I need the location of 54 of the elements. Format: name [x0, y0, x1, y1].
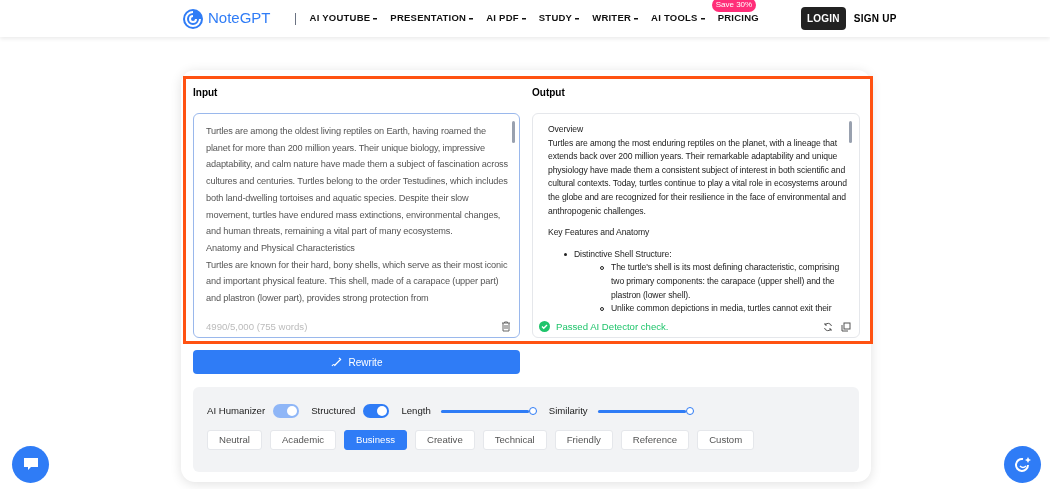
chat-button[interactable] [12, 446, 49, 483]
slider-label: Length [401, 403, 431, 418]
nav-link[interactable]: PRESENTATION [390, 11, 467, 26]
bullet-text: Unlike common depictions in media, turtles cannot exit their [611, 302, 832, 316]
input-paragraph: Anatomy and Physical Characteristics [206, 241, 356, 255]
tone-button[interactable]: Custom [697, 430, 755, 450]
refresh-icon[interactable] [823, 321, 833, 332]
logo-text[interactable]: NoteGPT [208, 7, 271, 30]
tone-button[interactable]: Creative [415, 430, 475, 450]
copy-icon[interactable] [841, 321, 851, 332]
toggle-label: AI Humanizer [207, 403, 266, 418]
nav-link[interactable]: STUDY [538, 11, 573, 26]
signup-link[interactable]: SIGN UP [853, 11, 897, 26]
message-icon [22, 457, 39, 472]
tone-button[interactable]: Business [344, 430, 407, 450]
nav-link[interactable]: AI TOOLS [651, 11, 698, 26]
output-heading-line: Overview [548, 123, 584, 136]
toggle-switch[interactable] [363, 404, 390, 418]
bullet-icon [564, 252, 567, 256]
bullet-text: Distinctive Shell Structure: [574, 247, 672, 261]
tone-button[interactable]: Academic [269, 430, 337, 450]
toggle-label: Structured [311, 403, 356, 418]
input-heading: Input [193, 86, 219, 99]
discount-badge: Save 30% [711, 0, 757, 13]
output-heading: Output [532, 86, 566, 99]
nav-link[interactable]: PRICING [717, 11, 759, 26]
input-paragraph: Turtles are among the oldest living reptiles on Earth, having roamed the planet for more than 200 million years. Their unique biology, impressive adaptability, and calm nature have made them a subject of fascination across cultures and centuries. Turtles belong to the order Testudines, which includes both land-dwelling tortoises and aquatic species. Despite their slow movement, turtles have endured mass extinctions, environmental changes, and human threats, remaining a vital part of many ecosystems. [206, 125, 509, 239]
bullet-text: The turtle's shell is its most defining characteristic, comprising two primary components: the carapace (upper shell) and the plastron (lower shell). [611, 261, 841, 302]
input-field[interactable] [193, 113, 520, 338]
nav-link[interactable]: AI YOUTUBE [309, 11, 371, 26]
slider-thumb[interactable] [685, 406, 694, 415]
rewrite-button[interactable]: Rewrite [193, 350, 520, 374]
nav-link[interactable]: WRITER [592, 11, 632, 26]
character-counter: 4990/5,000 (755 words) [206, 319, 308, 334]
tone-button[interactable]: Friendly [554, 430, 613, 450]
tone-button[interactable]: Neutral [207, 430, 262, 450]
input-paragraph: Turtles are known for their hard, bony shells, which serve as their most iconic and important physical feature. This shell, made of a carapace (upper part) and plastron (lower part), provides strong protection from [206, 258, 509, 306]
assistant-button[interactable] [1004, 446, 1041, 483]
nav-link[interactable]: AI PDF [486, 11, 519, 26]
detector-status: Passed AI Detector check. [556, 319, 669, 334]
delete-icon[interactable] [501, 321, 511, 333]
tone-button[interactable]: Technical [482, 430, 547, 450]
slider-track[interactable] [440, 409, 537, 413]
login-button[interactable]: LOGIN [800, 7, 846, 30]
tone-button[interactable]: Reference [620, 430, 690, 450]
slider-label: Similarity [548, 403, 588, 418]
output-paragraph: Key Features and Anatomy [548, 226, 651, 240]
check-circle-icon [539, 321, 550, 333]
pen-icon [330, 356, 343, 368]
output-paragraph: Turtles are among the most enduring reptiles on the planet, with a lineage that extends back over 200 million years. Their remarkable adaptability and unique physiology have made them a consistent subject of interest in both scientific and cultural contexts. Today, turtles continue to play a vital role in ecosystems around the globe and are recognized for their resilience in the face of environmental and anthropogenic challenges. [548, 136, 847, 218]
smile-sparkle-icon [1013, 455, 1032, 474]
slider-thumb[interactable] [528, 406, 537, 415]
slider-track[interactable] [597, 409, 694, 413]
logo-icon [182, 7, 204, 30]
